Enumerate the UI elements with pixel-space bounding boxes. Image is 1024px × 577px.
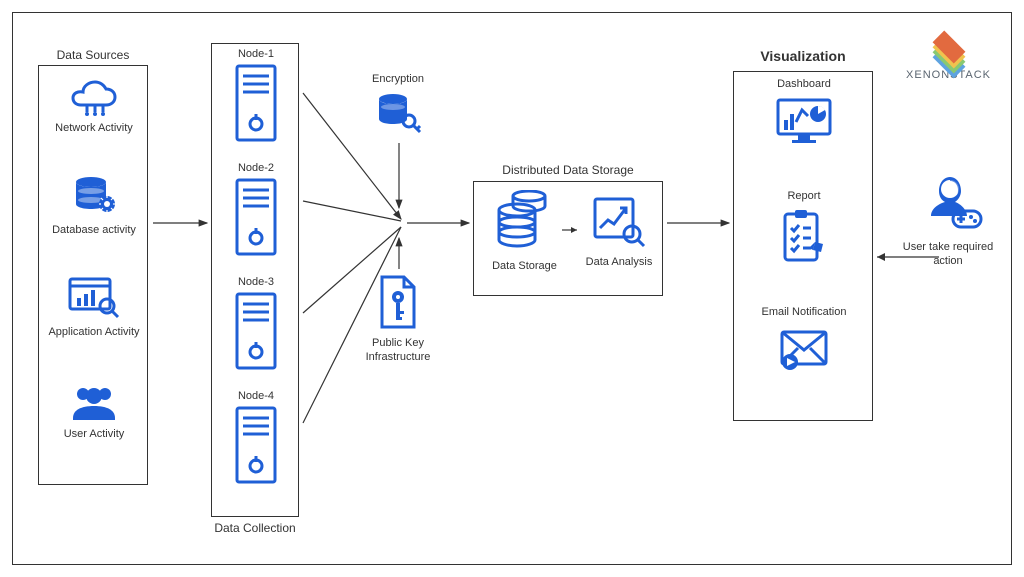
node-2: Node-2 [212,162,300,256]
viz-dashboard: Dashboard [734,78,874,148]
data-collection-box: Node-1 Node-2 Node-3 Node-4 [211,43,299,517]
data-collection-title: Data Collection [211,521,299,535]
cloud-network-icon [69,76,119,116]
viz-email-label: Email Notification [762,306,847,320]
data-source-application-label: Application Activity [48,326,139,340]
node-3: Node-3 [212,276,300,370]
visualization-title: Visualization [733,48,873,64]
data-sources-title: Data Sources [38,48,148,62]
encryption-block: Encryption [353,73,443,135]
node-4: Node-4 [212,390,300,484]
data-source-database-label: Database activity [52,224,136,238]
visualization-box: Dashboard Report [733,71,873,421]
encryption-db-key-icon [373,91,423,135]
encryption-title: Encryption [372,73,424,87]
user-action-block: User take required action [893,173,1003,269]
server-tower-icon [233,178,279,256]
diagram-frame: XENONSTACK Data Sources Network Activity [12,12,1012,565]
storage-box: Data Storage Data Analysis [473,181,663,296]
server-tower-icon [233,64,279,142]
node-4-label: Node-4 [238,390,274,404]
data-source-database: Database activity [39,174,149,238]
email-notification-icon [776,324,832,372]
data-source-network: Network Activity [39,76,149,136]
node-2-label: Node-2 [238,162,274,176]
data-source-user: User Activity [39,382,149,442]
dashboard-monitor-icon [774,96,834,148]
pki-block: Public Key Infrastructure [353,273,443,365]
storage-internal-arrow [474,182,664,297]
data-source-network-label: Network Activity [55,122,133,136]
database-gear-icon [69,174,119,218]
server-tower-icon [233,406,279,484]
node-1-label: Node-1 [238,48,274,62]
clipboard-report-icon [779,208,829,266]
public-key-file-icon [374,273,422,331]
storage-title: Distributed Data Storage [473,163,663,177]
viz-dashboard-label: Dashboard [777,78,831,92]
server-tower-icon [233,292,279,370]
app-monitor-icon [67,276,121,320]
users-group-icon [67,382,121,422]
user-action-label: User take required action [893,241,1003,269]
node-3-label: Node-3 [238,276,274,290]
brand-logo: XENONSTACK [906,31,991,81]
data-source-user-label: User Activity [64,428,125,442]
logo-stack-icon [929,31,969,65]
viz-report-label: Report [787,190,820,204]
data-sources-box: Network Activity [38,65,148,485]
viz-email: Email Notification [734,306,874,372]
user-controller-icon [913,173,983,235]
pki-title: Public Key Infrastructure [353,337,443,365]
viz-report: Report [734,190,874,266]
data-source-application: Application Activity [39,276,149,340]
node-1: Node-1 [212,48,300,142]
